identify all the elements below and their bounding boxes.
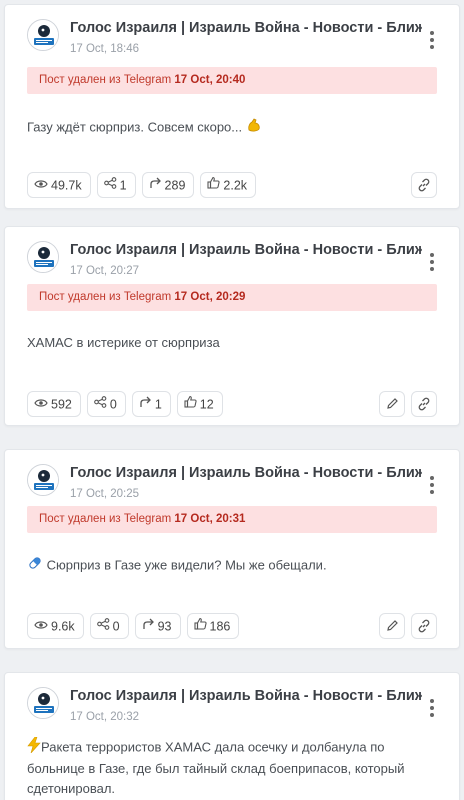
deleted-time: 17 Oct, 20:40 <box>174 74 245 86</box>
views-stat[interactable]: 592 <box>27 391 81 417</box>
post-stats: 9.6k 0 93 186 <box>27 613 437 639</box>
share-icon <box>104 173 117 197</box>
forward-arrow-icon <box>139 392 152 416</box>
pencil-icon <box>386 619 399 632</box>
forward-arrow-icon <box>142 614 155 638</box>
post-text: ХАМАС в истерике от сюрприза <box>27 333 437 353</box>
shares-stat[interactable]: 0 <box>90 613 129 639</box>
forwards-stat[interactable]: 93 <box>135 613 181 639</box>
likes-count: 186 <box>210 620 231 634</box>
channel-title[interactable]: Голос Израиля | Израиль Война - Новости … <box>70 688 422 704</box>
likes-stat[interactable]: 2.2k <box>200 172 256 198</box>
deleted-label: Пост удален из Telegram <box>39 291 171 303</box>
post-date[interactable]: 17 Oct, 20:32 <box>70 711 139 723</box>
post-text: Газу ждёт сюрприз. Совсем скоро... <box>27 117 437 139</box>
eye-icon <box>34 173 48 197</box>
shares-count: 0 <box>110 398 117 412</box>
post-card: Голос Израиля | Израиль Война - Новости … <box>4 449 460 649</box>
flexed-biceps-icon <box>246 117 262 139</box>
post-date[interactable]: 17 Oct, 18:46 <box>70 43 139 55</box>
channel-title[interactable]: Голос Израиля | Израиль Война - Новости … <box>70 465 422 481</box>
link-icon <box>417 397 431 411</box>
channel-avatar[interactable] <box>27 241 59 273</box>
channel-title[interactable]: Голос Израиля | Израиль Война - Новости … <box>70 242 422 258</box>
likes-stat[interactable]: 186 <box>187 613 240 639</box>
share-icon <box>94 392 107 416</box>
channel-avatar[interactable] <box>27 464 59 496</box>
likes-stat[interactable]: 12 <box>177 391 223 417</box>
eye-icon <box>34 614 48 638</box>
deleted-time: 17 Oct, 20:31 <box>174 513 245 525</box>
post-header: Голос Израиля | Израиль Война - Новости … <box>27 464 459 504</box>
forwards-count: 1 <box>155 398 162 412</box>
thumbs-up-icon <box>194 614 207 638</box>
shares-count: 1 <box>120 179 127 193</box>
shares-stat[interactable]: 0 <box>87 391 126 417</box>
more-options-icon[interactable] <box>427 253 437 273</box>
forwards-stat[interactable]: 1 <box>132 391 171 417</box>
forward-arrow-icon <box>149 173 162 197</box>
post-text-content: Сюрприз в Газе уже видели? Мы же обещали… <box>47 557 327 572</box>
post-date[interactable]: 17 Oct, 20:25 <box>70 488 139 500</box>
eye-icon <box>34 392 48 416</box>
lightning-icon <box>27 737 41 759</box>
post-card: Голос Израиля | Израиль Война - Новости … <box>4 4 460 209</box>
likes-count: 12 <box>200 398 214 412</box>
views-stat[interactable]: 49.7k <box>27 172 91 198</box>
post-card: Голос Израиля | Израиль Война - Новости … <box>4 672 460 800</box>
deleted-banner: Пост удален из Telegram 17 Oct, 20:40 <box>27 67 437 94</box>
pill-icon <box>27 555 43 577</box>
post-text-content: Ракета террористов ХАМАС дала осечку и д… <box>41 739 385 754</box>
edit-button[interactable] <box>379 391 405 417</box>
post-text-line: больнице в Газе, где был тайный склад бо… <box>27 759 437 779</box>
deleted-banner: Пост удален из Telegram 17 Oct, 20:31 <box>27 506 437 533</box>
post-text-content: ХАМАС в истерике от сюрприза <box>27 335 220 350</box>
forwards-stat[interactable]: 289 <box>142 172 195 198</box>
copy-link-button[interactable] <box>411 391 437 417</box>
post-text-content: Газу ждёт сюрприз. Совсем скоро... <box>27 119 242 134</box>
channel-avatar[interactable] <box>27 687 59 719</box>
deleted-label: Пост удален из Telegram <box>39 513 171 525</box>
channel-title[interactable]: Голос Израиля | Израиль Война - Новости … <box>70 20 422 36</box>
views-count: 9.6k <box>51 620 75 634</box>
deleted-time: 17 Oct, 20:29 <box>174 291 245 303</box>
shares-stat[interactable]: 1 <box>97 172 136 198</box>
copy-link-button[interactable] <box>411 172 437 198</box>
post-text-line: Ракета террористов ХАМАС дала осечку и д… <box>27 737 437 759</box>
more-options-icon[interactable] <box>427 476 437 496</box>
shares-count: 0 <box>113 620 120 634</box>
post-text: Сюрприз в Газе уже видели? Мы же обещали… <box>27 555 437 577</box>
post-stats: 49.7k 1 289 2.2k <box>27 172 437 198</box>
post-stats: 592 0 1 12 <box>27 391 437 417</box>
post-card: Голос Израиля | Израиль Война - Новости … <box>4 226 460 426</box>
post-text: Ракета террористов ХАМАС дала осечку и д… <box>27 737 437 799</box>
share-icon <box>97 614 110 638</box>
likes-count: 2.2k <box>223 179 247 193</box>
edit-button[interactable] <box>379 613 405 639</box>
post-header: Голос Израиля | Израиль Война - Новости … <box>27 241 459 281</box>
copy-link-button[interactable] <box>411 613 437 639</box>
post-header: Голос Израиля | Израиль Война - Новости … <box>27 19 459 59</box>
pencil-icon <box>386 397 399 410</box>
post-text-line: сдетонировал. <box>27 779 437 799</box>
thumbs-up-icon <box>207 173 220 197</box>
thumbs-up-icon <box>184 392 197 416</box>
forwards-count: 289 <box>165 179 186 193</box>
views-count: 592 <box>51 398 72 412</box>
link-icon <box>417 178 431 192</box>
more-options-icon[interactable] <box>427 31 437 51</box>
more-options-icon[interactable] <box>427 699 437 719</box>
post-header: Голос Израиля | Израиль Война - Новости … <box>27 687 459 727</box>
forwards-count: 93 <box>158 620 172 634</box>
post-date[interactable]: 17 Oct, 20:27 <box>70 265 139 277</box>
channel-avatar[interactable] <box>27 19 59 51</box>
deleted-banner: Пост удален из Telegram 17 Oct, 20:29 <box>27 284 437 311</box>
views-stat[interactable]: 9.6k <box>27 613 84 639</box>
link-icon <box>417 619 431 633</box>
deleted-label: Пост удален из Telegram <box>39 74 171 86</box>
views-count: 49.7k <box>51 179 82 193</box>
